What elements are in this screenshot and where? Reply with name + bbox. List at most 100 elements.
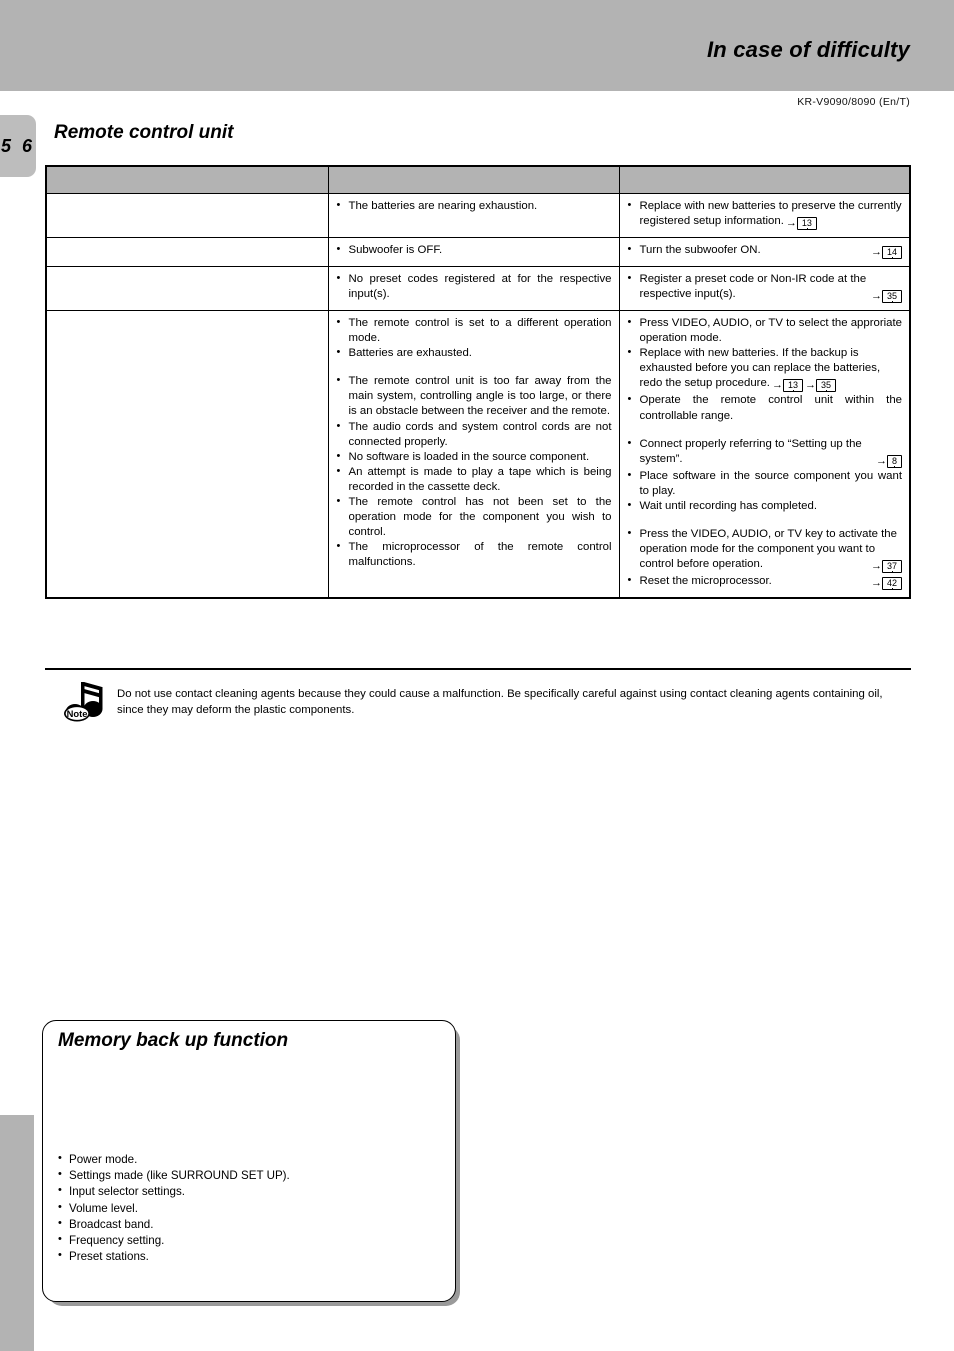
symptom-cell — [45, 192, 329, 239]
table-header-cell-1 — [327, 165, 620, 194]
page-reference-number: 8 — [890, 455, 898, 466]
page-number-tab: 5 6 — [0, 115, 36, 177]
arrow-icon: → — [870, 290, 882, 303]
page-reference-number: 37 — [885, 560, 898, 571]
page-title: In case of difficulty — [706, 37, 910, 62]
book-icon: 13 — [782, 379, 803, 393]
page-reference-group: → 37 — [869, 557, 902, 574]
list-item: Connect properly referring to “Setting u… — [627, 436, 902, 469]
memory-list-item: Broadcast band. — [58, 1216, 438, 1233]
book-icon: 42 — [881, 576, 902, 590]
cause-cell: The batteries are nearing exhaustion. — [327, 192, 620, 239]
page-reference-14: → 14 — [871, 245, 902, 260]
list-item-text: Replace with new batteries to preserve t… — [639, 200, 902, 228]
list-item: No software is loaded in the source comp… — [336, 449, 612, 465]
list-item: Press VIDEO, AUDIO, or TV to select the … — [627, 315, 903, 346]
arrow-icon: → — [870, 576, 882, 589]
music-note-icon: Note — [58, 678, 108, 726]
symptom-cell — [45, 237, 329, 268]
list-item: The microprocessor of the remote control… — [336, 539, 612, 570]
memory-box-list: Power mode.Settings made (like SURROUND … — [58, 1151, 438, 1266]
table-row: The remote control is set to a different… — [45, 310, 911, 599]
action-list: Replace with new batteries to preserve t… — [627, 198, 903, 231]
model-code-label: KR-V9090/8090 (En/T) — [797, 96, 910, 108]
memory-list-item: Volume level. — [58, 1200, 438, 1217]
arrow-icon: → — [870, 246, 882, 259]
list-item: The audio cords and system control cords… — [336, 419, 612, 450]
page-reference-group: → 35 — [869, 287, 902, 304]
book-icon: 13 — [796, 217, 817, 231]
page-reference-8: → 8 — [876, 454, 902, 469]
note-badge-text: Note — [67, 708, 88, 719]
list-item: No preset codes registered at for the re… — [336, 271, 612, 302]
page-reference-group: → 14 — [869, 243, 902, 260]
book-icon: 35 — [815, 379, 836, 393]
arrow-icon: → — [785, 217, 797, 230]
list-item: Place software in the source component y… — [627, 468, 903, 499]
page-reference-35: → 35 — [805, 378, 836, 393]
list-item: Replace with new batteries to preserve t… — [627, 198, 903, 231]
page-reference-42: → 42 — [871, 576, 902, 591]
arrow-icon: → — [771, 379, 783, 392]
page-reference-group: → 8 — [874, 452, 902, 469]
page-reference-number: 35 — [819, 380, 832, 391]
page-reference-number: 35 — [885, 291, 898, 302]
list-item: Replace with new batteries. If the backu… — [627, 345, 903, 393]
table-row: Subwoofer is OFF. Turn the subwoofer ON. →… — [45, 237, 911, 268]
list-item: Operate the remote control unit within t… — [627, 392, 902, 423]
page-reference-13: → 13 — [772, 378, 803, 393]
list-item: The remote control is set to a different… — [336, 315, 612, 346]
list-item-text: The audio cords and system control cords… — [348, 420, 612, 448]
list-item-text: The remote control is set to a different… — [348, 317, 612, 345]
page-reference-number: 13 — [800, 218, 813, 229]
action-cell: Press VIDEO, AUDIO, or TV to select the … — [618, 310, 911, 599]
action-cell: Turn the subwoofer ON. →14 — [618, 237, 911, 268]
action-list: Press VIDEO, AUDIO, or TV to select the … — [627, 315, 903, 591]
list-item: The remote control has not been set to t… — [336, 494, 612, 540]
list-item-text: Register a preset code or Non-IR code at… — [639, 273, 867, 301]
list-item: Register a preset code or Non-IR code at… — [627, 271, 902, 304]
table-row: No preset codes registered at for the re… — [45, 266, 911, 312]
book-icon: 35 — [881, 290, 902, 304]
page-reference-37: → 37 — [871, 559, 902, 574]
list-item-text: Subwoofer is OFF. — [348, 244, 443, 257]
list-item-text: Place software in the source component y… — [639, 469, 903, 497]
list-item-text: Batteries are exhausted. — [348, 347, 472, 360]
note-divider — [45, 668, 911, 670]
cause-list: The batteries are nearing exhaustion. — [336, 198, 612, 214]
list-item: Reset the microprocessor. →42 — [627, 573, 902, 591]
memory-list-item: Settings made (like SURROUND SET UP). — [58, 1167, 438, 1184]
page-reference-35: → 35 — [871, 289, 902, 304]
list-item-text: An attempt is made to play a tape which … — [348, 465, 612, 493]
cause-cell: Subwoofer is OFF. — [327, 237, 620, 268]
page-reference-group: → 42 — [869, 574, 902, 591]
page-reference-number: 13 — [786, 380, 799, 391]
list-item: Press the VIDEO, AUDIO, or TV key to act… — [627, 526, 902, 574]
cause-cell: No preset codes registered at for the re… — [327, 266, 620, 312]
arrow-icon: → — [870, 559, 882, 572]
action-list: Register a preset code or Non-IR code at… — [627, 271, 902, 304]
list-item: The batteries are nearing exhaustion. — [336, 198, 612, 214]
list-item: The remote control unit is too far away … — [336, 373, 612, 419]
list-item: Turn the subwoofer ON. →14 — [627, 242, 902, 260]
arrow-icon: → — [875, 454, 887, 467]
action-list: Turn the subwoofer ON. →14 — [627, 242, 902, 260]
list-item: Batteries are exhausted. — [336, 345, 612, 361]
list-item-text: The batteries are nearing exhaustion. — [348, 200, 538, 212]
list-item: Subwoofer is OFF. — [336, 242, 612, 258]
symptom-cell — [45, 310, 329, 599]
troubleshooting-table: The batteries are nearing exhaustion. Rep… — [45, 165, 911, 599]
book-icon: 8 — [886, 454, 902, 468]
list-item-text: Press VIDEO, AUDIO, or TV to select the … — [639, 317, 903, 345]
page-number-label: 5 6 — [0, 135, 36, 156]
memory-list-item: Frequency setting. — [58, 1232, 438, 1249]
table-row: The batteries are nearing exhaustion. Rep… — [45, 192, 911, 239]
note-text: Do not use contact cleaning agents becau… — [117, 688, 883, 717]
cause-cell: The remote control is set to a different… — [327, 310, 620, 599]
list-item-text: The remote control has not been set to t… — [348, 495, 612, 538]
list-item-text: Connect properly referring to “Setting u… — [639, 437, 862, 465]
table-header-cell-2 — [618, 165, 911, 194]
book-icon: 14 — [881, 246, 902, 260]
book-icon: 37 — [881, 559, 902, 573]
list-item-text: Reset the microprocessor. — [639, 574, 772, 587]
